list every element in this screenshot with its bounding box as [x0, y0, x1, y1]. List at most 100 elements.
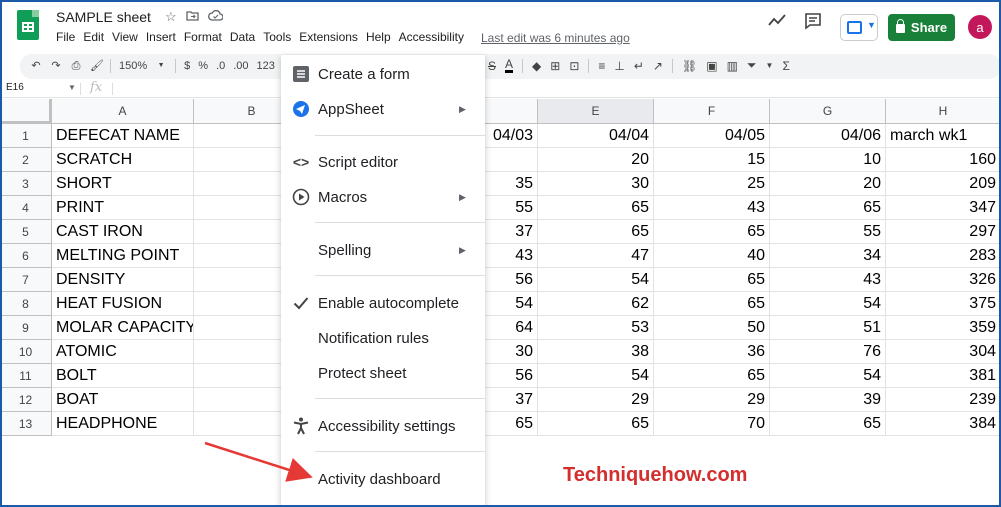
merge-cells-icon[interactable]: ⊡: [569, 59, 579, 73]
increase-decimal-button[interactable]: .00: [233, 60, 248, 72]
menu-item-notification-rules[interactable]: Notification rules: [281, 321, 485, 355]
table-cell[interactable]: 04/04: [538, 124, 654, 148]
document-title[interactable]: SAMPLE sheet: [56, 9, 151, 25]
align-horizontal-icon[interactable]: ≡: [598, 59, 605, 73]
table-cell[interactable]: 39: [770, 388, 886, 412]
menu-item-activity-dashboard[interactable]: Activity dashboard: [281, 462, 485, 496]
menu-tools[interactable]: Tools: [263, 30, 291, 44]
fill-color-icon[interactable]: ◆: [532, 59, 541, 73]
table-cell[interactable]: 326: [886, 268, 1001, 292]
undo-icon[interactable]: ↶: [30, 60, 42, 72]
table-cell[interactable]: 283: [886, 244, 1001, 268]
last-edit-link[interactable]: Last edit was 6 minutes ago: [481, 31, 630, 45]
print-icon[interactable]: ⎙: [70, 60, 82, 72]
currency-format-button[interactable]: $: [184, 60, 190, 72]
table-cell[interactable]: PRINT: [52, 196, 194, 220]
table-cell[interactable]: ATOMIC: [52, 340, 194, 364]
table-cell[interactable]: 04/06: [770, 124, 886, 148]
menu-file[interactable]: File: [56, 30, 75, 44]
table-cell[interactable]: 239: [886, 388, 1001, 412]
table-cell[interactable]: 381: [886, 364, 1001, 388]
zoom-chevron-icon[interactable]: ▼: [155, 60, 167, 72]
name-box[interactable]: E16: [6, 82, 24, 93]
trend-icon[interactable]: [768, 12, 786, 28]
row-header[interactable]: 1: [0, 124, 52, 148]
menu-item-script-editor[interactable]: <> Script editor: [281, 145, 485, 179]
share-button[interactable]: Share: [888, 14, 955, 41]
table-cell[interactable]: 15: [654, 148, 770, 172]
move-folder-icon[interactable]: [186, 9, 199, 25]
table-cell[interactable]: 76: [770, 340, 886, 364]
table-cell[interactable]: 29: [654, 388, 770, 412]
table-cell[interactable]: 54: [770, 364, 886, 388]
table-cell[interactable]: march wk1: [886, 124, 1001, 148]
table-cell[interactable]: 36: [654, 340, 770, 364]
table-cell[interactable]: 43: [770, 268, 886, 292]
table-cell[interactable]: 43: [654, 196, 770, 220]
table-cell[interactable]: 384: [886, 412, 1001, 436]
table-cell[interactable]: 04/05: [654, 124, 770, 148]
row-header[interactable]: 9: [0, 316, 52, 340]
row-header[interactable]: 13: [0, 412, 52, 436]
decrease-decimal-button[interactable]: .0: [216, 60, 225, 72]
table-cell[interactable]: 347: [886, 196, 1001, 220]
select-all-corner[interactable]: [0, 99, 52, 124]
align-vertical-icon[interactable]: ⊥: [614, 59, 624, 73]
table-cell[interactable]: 160: [886, 148, 1001, 172]
menu-item-spelling[interactable]: Spelling ▶: [281, 233, 485, 267]
table-cell[interactable]: HEAT FUSION: [52, 292, 194, 316]
column-header-f[interactable]: F: [654, 99, 770, 124]
row-header[interactable]: 7: [0, 268, 52, 292]
sheets-logo-icon[interactable]: [17, 10, 39, 40]
name-box-chevron-icon[interactable]: ▼: [68, 83, 76, 92]
table-cell[interactable]: 20: [538, 148, 654, 172]
table-cell[interactable]: 70: [654, 412, 770, 436]
table-cell[interactable]: 65: [654, 292, 770, 316]
table-cell[interactable]: 304: [886, 340, 1001, 364]
table-cell[interactable]: 65: [770, 412, 886, 436]
row-header[interactable]: 2: [0, 148, 52, 172]
row-header[interactable]: 6: [0, 244, 52, 268]
row-header[interactable]: 10: [0, 340, 52, 364]
menu-insert[interactable]: Insert: [146, 30, 176, 44]
star-icon[interactable]: ☆: [165, 9, 177, 25]
table-cell[interactable]: 65: [538, 196, 654, 220]
table-cell[interactable]: 25: [654, 172, 770, 196]
table-cell[interactable]: 54: [538, 364, 654, 388]
table-cell[interactable]: 209: [886, 172, 1001, 196]
zoom-select[interactable]: 150%: [119, 60, 147, 72]
table-cell[interactable]: 10: [770, 148, 886, 172]
table-cell[interactable]: 65: [654, 268, 770, 292]
menu-extensions[interactable]: Extensions: [299, 30, 358, 44]
table-cell[interactable]: 34: [770, 244, 886, 268]
text-wrap-icon[interactable]: ↵: [634, 59, 644, 73]
menu-view[interactable]: View: [112, 30, 138, 44]
column-header-g[interactable]: G: [770, 99, 886, 124]
table-cell[interactable]: 20: [770, 172, 886, 196]
table-cell[interactable]: 65: [538, 412, 654, 436]
table-cell[interactable]: 55: [770, 220, 886, 244]
insert-link-icon[interactable]: ⛓: [682, 59, 697, 73]
row-header[interactable]: 12: [0, 388, 52, 412]
table-cell[interactable]: CAST IRON: [52, 220, 194, 244]
table-cell[interactable]: BOAT: [52, 388, 194, 412]
menu-item-macros[interactable]: Macros ▶: [281, 180, 485, 214]
row-header[interactable]: 5: [0, 220, 52, 244]
menu-help[interactable]: Help: [366, 30, 391, 44]
menu-item-accessibility-settings[interactable]: Accessibility settings: [281, 409, 485, 443]
table-cell[interactable]: 51: [770, 316, 886, 340]
menu-item-create-form[interactable]: Create a form: [281, 57, 485, 91]
column-header-e[interactable]: E: [538, 99, 654, 124]
redo-icon[interactable]: ↷: [50, 60, 62, 72]
table-cell[interactable]: 65: [538, 220, 654, 244]
table-cell[interactable]: 65: [654, 364, 770, 388]
filter-icon[interactable]: ⏷: [747, 58, 757, 73]
table-cell[interactable]: 38: [538, 340, 654, 364]
table-cell[interactable]: 375: [886, 292, 1001, 316]
column-header-a[interactable]: A: [52, 99, 194, 124]
borders-icon[interactable]: ⊞: [550, 59, 560, 73]
avatar[interactable]: a: [968, 15, 992, 39]
table-cell[interactable]: 53: [538, 316, 654, 340]
insert-chart-icon[interactable]: ▥: [727, 59, 738, 73]
functions-icon[interactable]: Σ: [782, 59, 789, 73]
